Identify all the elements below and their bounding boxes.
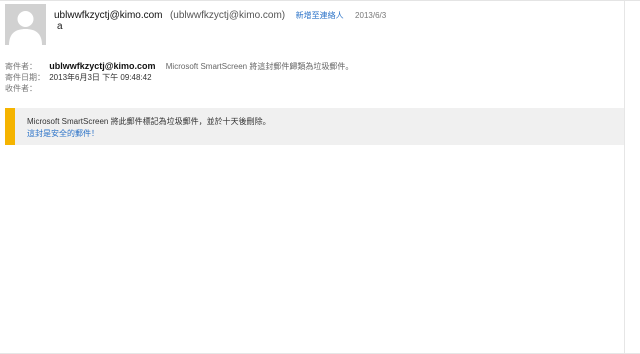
smartscreen-note: Microsoft SmartScreen 將這封郵件歸類為垃圾郵件。 [165,62,354,71]
warning-accent-bar [5,108,15,145]
from-row: 寄件者： ublwwfkzyctj@kimo.com Microsoft Sma… [5,61,353,72]
junk-mail-banner: Microsoft SmartScreen 將此郵件標記為垃圾郵件，並於十天後刪… [5,108,625,145]
sender-line: ublwwfkzyctj@kimo.com (ublwwfkzyctj@kimo… [54,8,386,22]
add-to-contacts-link[interactable]: 新增至連絡人 [296,11,344,20]
sender-avatar-icon [5,4,46,45]
email-reading-pane: ublwwfkzyctj@kimo.com (ublwwfkzyctj@kimo… [0,0,640,354]
sender-address: (ublwwfkzyctj@kimo.com) [169,10,286,21]
sender-name[interactable]: ublwwfkzyctj@kimo.com [54,10,163,21]
to-label: 收件者： [5,84,37,93]
sent-date: 2013/6/3 [355,11,387,20]
from-label: 寄件者： [5,62,37,71]
email-subject: a [57,21,63,32]
junk-mail-message: Microsoft SmartScreen 將此郵件標記為垃圾郵件，並於十天後刪… [27,117,271,126]
mark-safe-link[interactable]: 這封是安全的郵件！ [27,128,99,139]
sent-label: 寄件日期： [5,73,45,82]
sent-row: 寄件日期： 2013年6月3日 下午 09:48:42 [5,72,152,83]
from-value[interactable]: ublwwfkzyctj@kimo.com [49,61,155,71]
to-row: 收件者： [5,83,51,94]
sent-value: 2013年6月3日 下午 09:48:42 [49,73,152,82]
pane-divider [624,1,625,354]
